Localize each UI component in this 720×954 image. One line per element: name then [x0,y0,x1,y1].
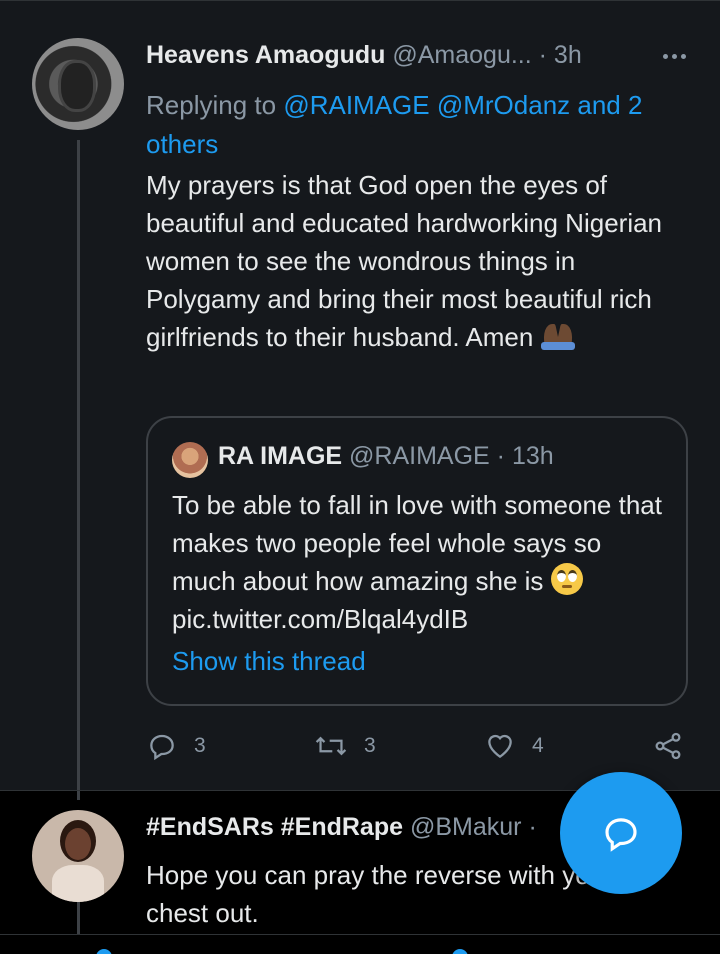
avatar[interactable] [32,810,124,902]
quoted-link[interactable]: pic.twitter.com/Blqal4ydIB [172,604,468,634]
thread-line [77,898,80,938]
reply-time: · [528,813,537,841]
quoted-author-handle: @RAIMAGE [349,442,490,470]
reply-count: 3 [194,734,206,757]
reply-bubble-icon [605,818,637,852]
quoted-author-name: RA IMAGE [218,442,343,470]
replying-prefix: Replying to [146,90,284,120]
like-button[interactable]: 4 [484,730,544,762]
reply-icon [150,734,174,761]
retweet-button[interactable]: 3 [314,730,376,762]
compose-reply-button[interactable] [560,772,682,894]
avatar[interactable] [172,442,208,478]
rolling-eyes-icon [550,563,583,595]
tweet-text: My prayers is that God open the eyes of … [146,166,686,356]
nav-indicator [96,949,112,954]
author-handle[interactable]: @Amaogu... [392,41,531,69]
like-count: 4 [532,734,544,757]
reply-author-handle[interactable]: @BMakur [410,813,522,841]
tweet-header: Heavens Amaogudu @Amaogu... · 3h [146,41,582,70]
nav-indicator [452,949,468,954]
heart-icon [488,734,512,759]
quoted-time: · 13h [496,442,554,470]
quoted-body: To be able to fall in love with someone … [172,490,662,596]
bottom-navigation [0,934,720,954]
tweet-body: My prayers is that God open the eyes of … [146,170,663,352]
reply-button[interactable]: 3 [146,730,206,762]
quoted-tweet[interactable]: RA IMAGE @RAIMAGE · 13h To be able to fa… [146,416,688,706]
tweet-time: · 3h [538,41,582,69]
reply-header: #EndSARs #EndRape @BMakur · [146,813,537,842]
reply-author-name[interactable]: #EndSARs #EndRape [146,813,403,841]
quoted-text: To be able to fall in love with someone … [172,486,672,638]
retweet-count: 3 [364,734,376,757]
more-icon[interactable] [663,54,686,59]
quoted-header: RA IMAGE @RAIMAGE · 13h [218,442,554,471]
share-icon [655,732,681,760]
folded-hands-icon [540,322,575,350]
thread-line [77,140,80,800]
replying-to: Replying to @RAIMAGE @MrOdanz and 2 othe… [146,86,686,164]
share-button[interactable] [652,730,684,762]
tweet-actions: 3 3 4 [146,730,691,766]
avatar[interactable] [32,38,124,130]
show-thread-link[interactable]: Show this thread [172,646,366,677]
retweet-icon [315,736,347,756]
author-name[interactable]: Heavens Amaogudu [146,41,385,69]
